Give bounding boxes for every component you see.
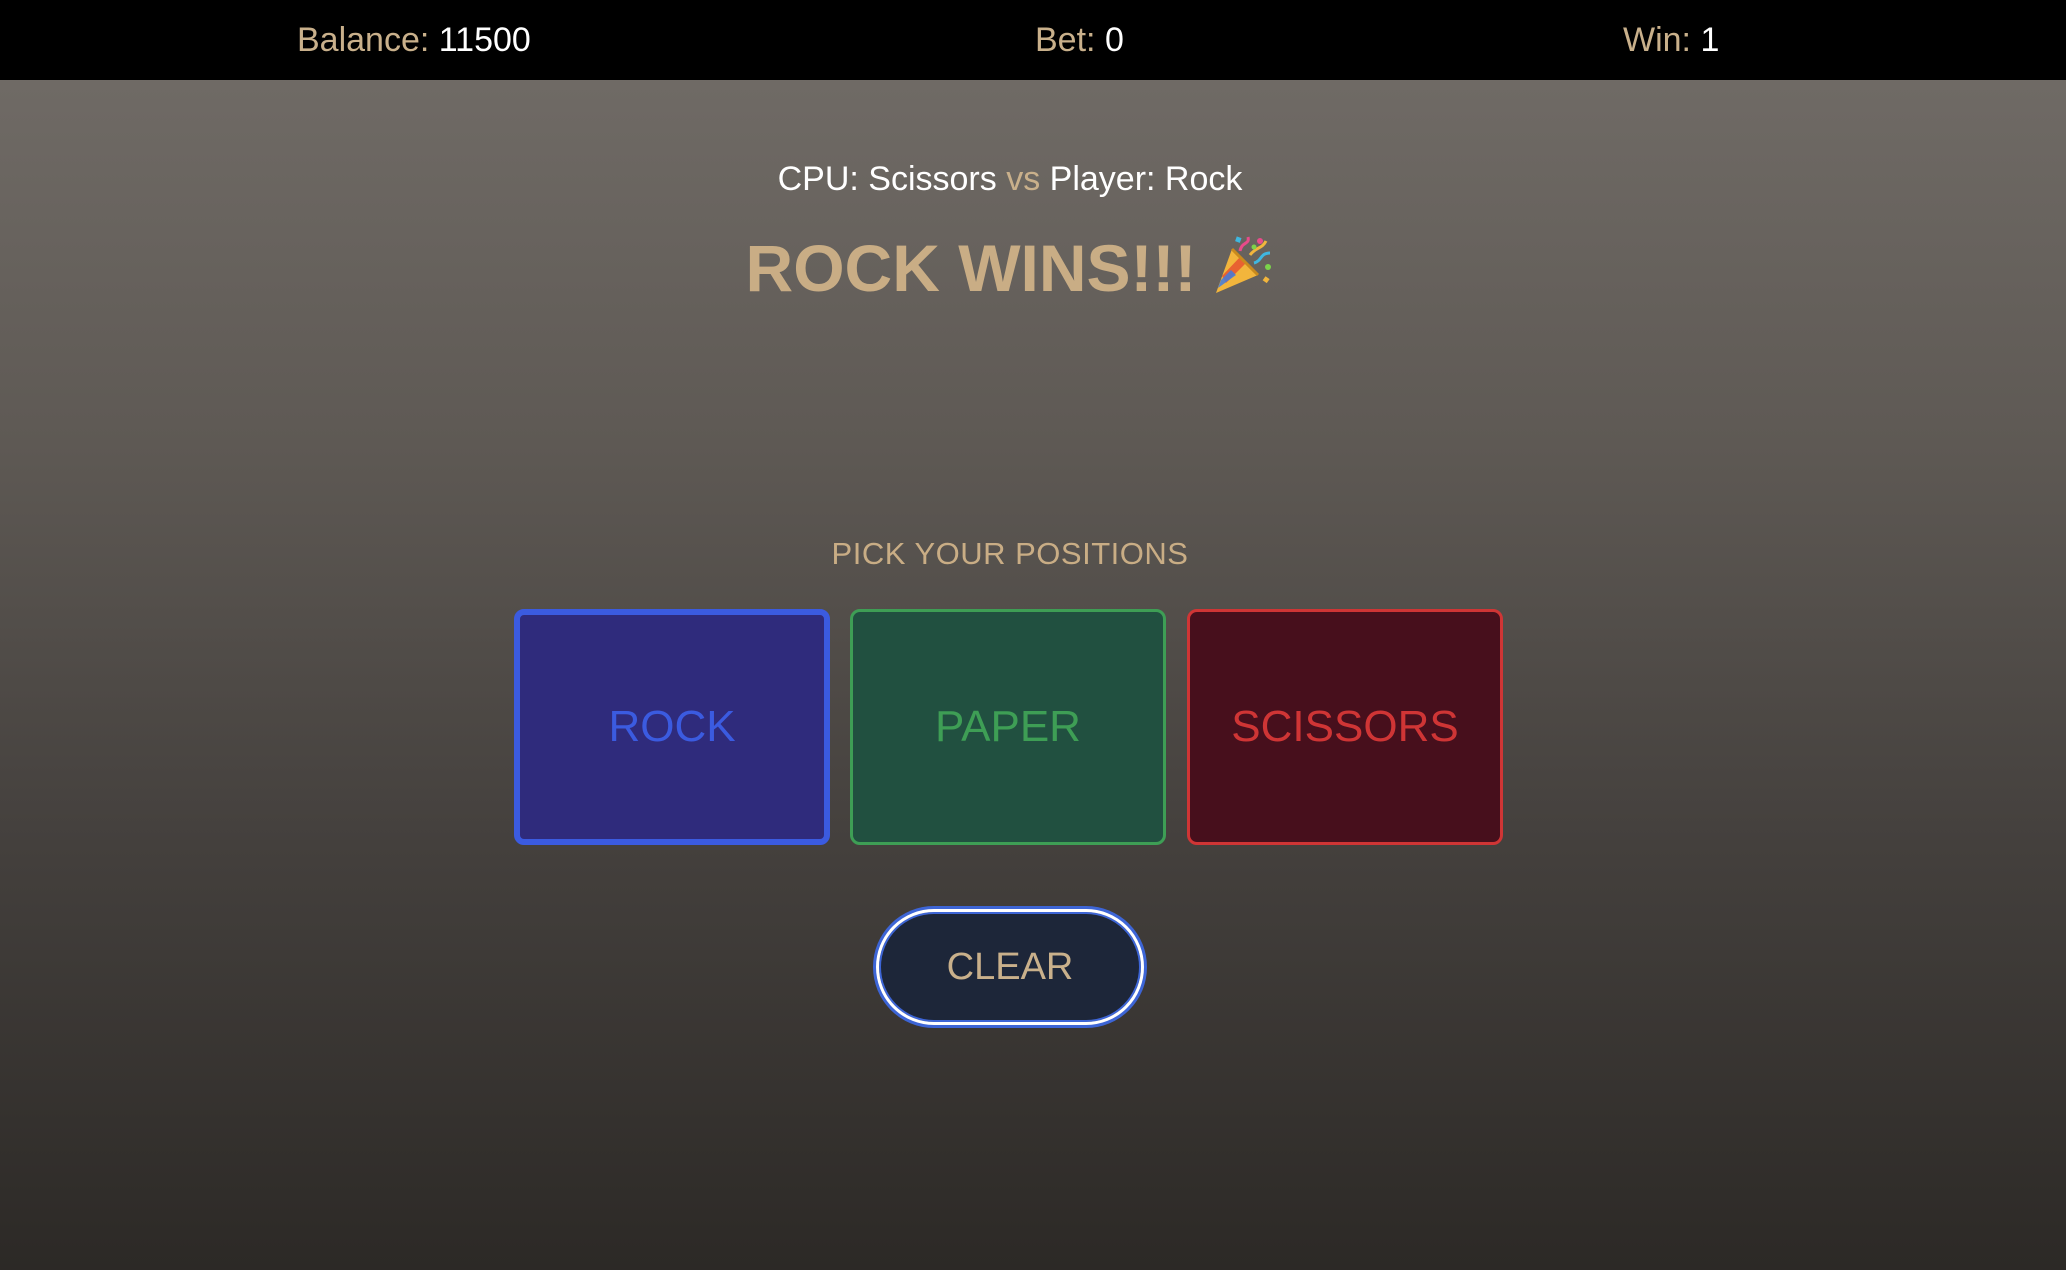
rock-label: ROCK xyxy=(608,702,736,751)
matchup-line: CPU: Scissors vs Player: Rock xyxy=(0,160,2020,199)
paper-button[interactable]: PAPER xyxy=(850,609,1166,845)
bet-label: Bet: xyxy=(1035,21,1096,59)
balance-display: Balance: 11500 xyxy=(297,0,531,80)
win-label: Win: xyxy=(1623,21,1691,59)
party-popper-icon xyxy=(1210,233,1274,297)
clear-label: CLEAR xyxy=(946,945,1074,988)
player-choice-text: Player: Rock xyxy=(1049,160,1243,198)
bet-display: Bet: 0 xyxy=(1035,0,1124,80)
win-display: Win: 1 xyxy=(1623,0,1719,80)
bet-value: 0 xyxy=(1104,21,1124,59)
scissors-button[interactable]: SCISSORS xyxy=(1187,609,1503,845)
balance-value: 11500 xyxy=(438,21,531,59)
win-value: 1 xyxy=(1700,21,1720,59)
result-text: ROCK WINS!!! xyxy=(745,231,1197,305)
clear-button[interactable]: CLEAR xyxy=(876,909,1144,1025)
top-status-bar: Balance: 11500 Bet: 0 Win: 1 xyxy=(0,0,2066,80)
result-banner: ROCK WINS!!! xyxy=(0,230,2020,306)
scissors-label: SCISSORS xyxy=(1231,702,1459,751)
balance-label: Balance: xyxy=(297,21,430,59)
vs-text: vs xyxy=(1006,160,1041,198)
cpu-choice-text: CPU: Scissors xyxy=(777,160,997,198)
rock-button[interactable]: ROCK xyxy=(514,609,830,845)
pick-positions-title: PICK YOUR POSITIONS xyxy=(831,536,1189,571)
paper-label: PAPER xyxy=(935,702,1081,751)
